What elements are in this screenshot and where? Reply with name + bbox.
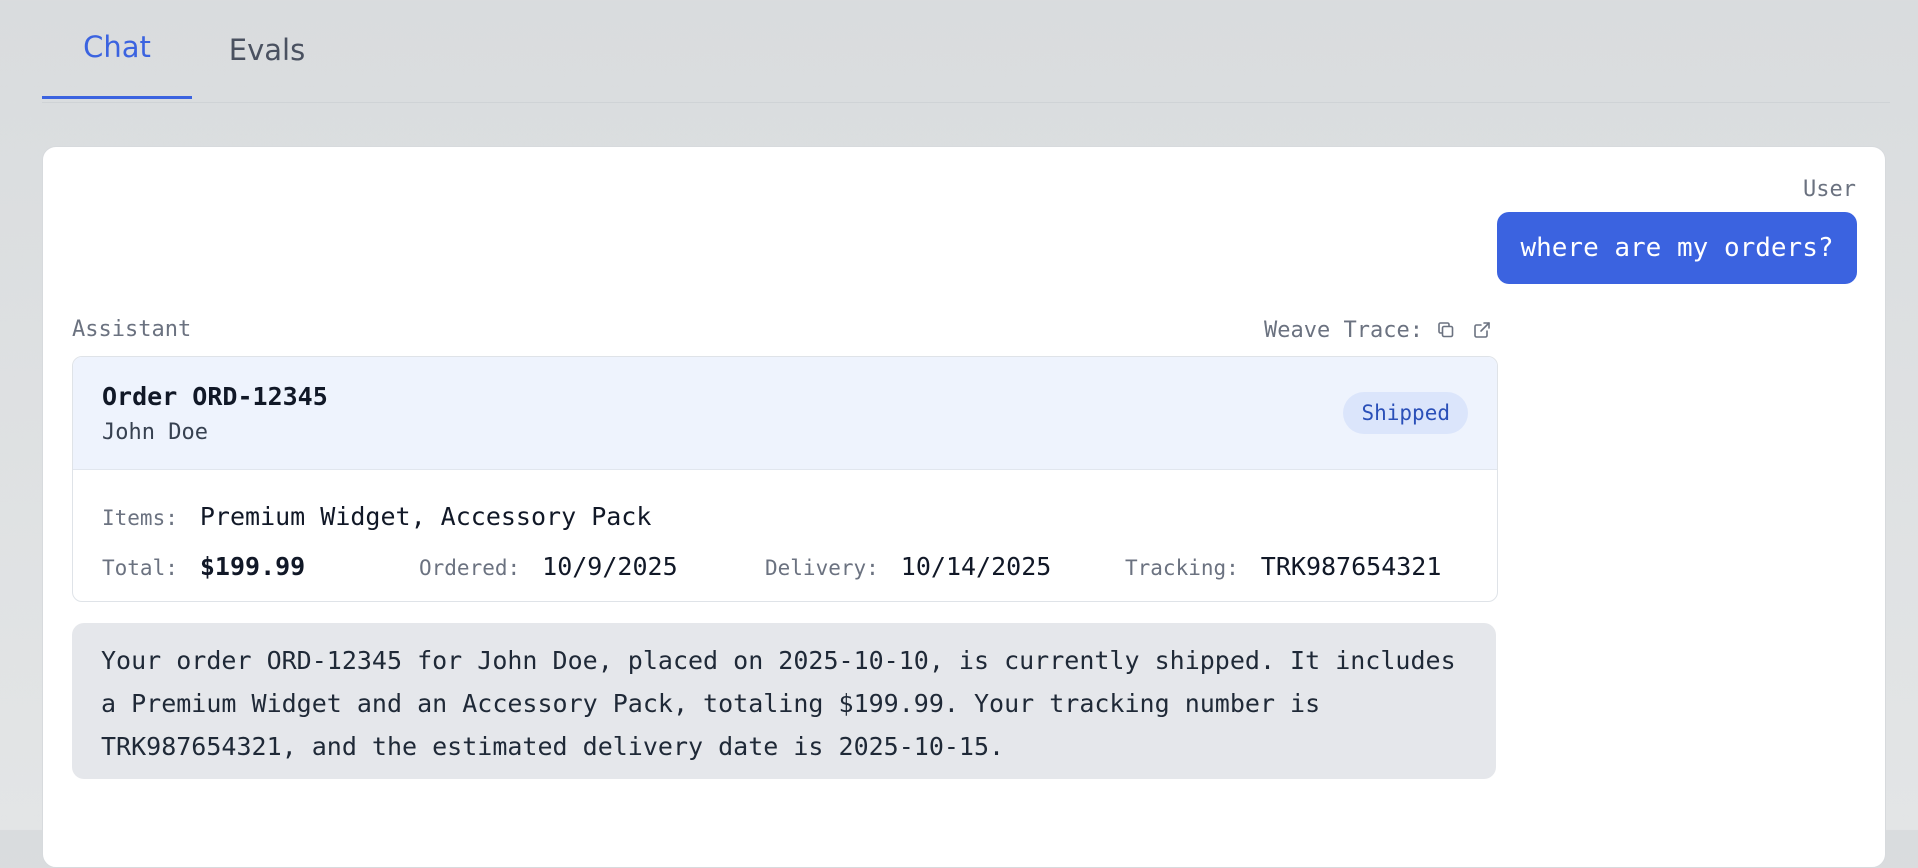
assistant-role-label: Assistant	[72, 317, 192, 342]
tracking-field: Tracking: TRK987654321	[1125, 552, 1441, 581]
assistant-message-bubble: Your order ORD-12345 for John Doe, place…	[72, 623, 1496, 779]
order-title: Order ORD-12345	[102, 382, 328, 411]
order-card-header: Order ORD-12345 John Doe Shipped	[73, 357, 1497, 470]
items-value: Premium Widget, Accessory Pack	[199, 502, 652, 531]
chat-panel: User where are my orders? Assistant Weav…	[42, 146, 1886, 868]
external-link-icon[interactable]	[1469, 317, 1495, 343]
copy-icon[interactable]	[1433, 317, 1459, 343]
ordered-field: Ordered: 10/9/2025	[419, 552, 678, 581]
delivery-value: 10/14/2025	[900, 552, 1052, 581]
weave-trace: Weave Trace:	[1264, 315, 1495, 345]
total-label: Total:	[102, 556, 178, 580]
user-role-label: User	[1803, 177, 1856, 202]
total-value: $199.99	[199, 552, 306, 581]
ordered-value: 10/9/2025	[542, 552, 678, 581]
order-card: Order ORD-12345 John Doe Shipped Items: …	[72, 356, 1498, 602]
tab-evals[interactable]: Evals	[192, 0, 342, 100]
tab-bar: Chat Evals	[42, 0, 1890, 103]
delivery-field: Delivery: 10/14/2025	[765, 552, 1051, 581]
delivery-label: Delivery:	[765, 556, 879, 580]
order-items-row: Items: Premium Widget, Accessory Pack	[102, 502, 651, 531]
ordered-label: Ordered:	[419, 556, 521, 580]
user-message-bubble: where are my orders?	[1497, 212, 1857, 284]
tracking-value: TRK987654321	[1260, 552, 1442, 581]
order-customer: John Doe	[102, 420, 208, 445]
weave-trace-label: Weave Trace:	[1264, 317, 1423, 343]
status-badge: Shipped	[1343, 392, 1468, 434]
tab-chat[interactable]: Chat	[42, 0, 192, 99]
items-label: Items:	[102, 506, 178, 530]
tracking-label: Tracking:	[1125, 556, 1239, 580]
total-field: Total: $199.99	[102, 552, 305, 581]
